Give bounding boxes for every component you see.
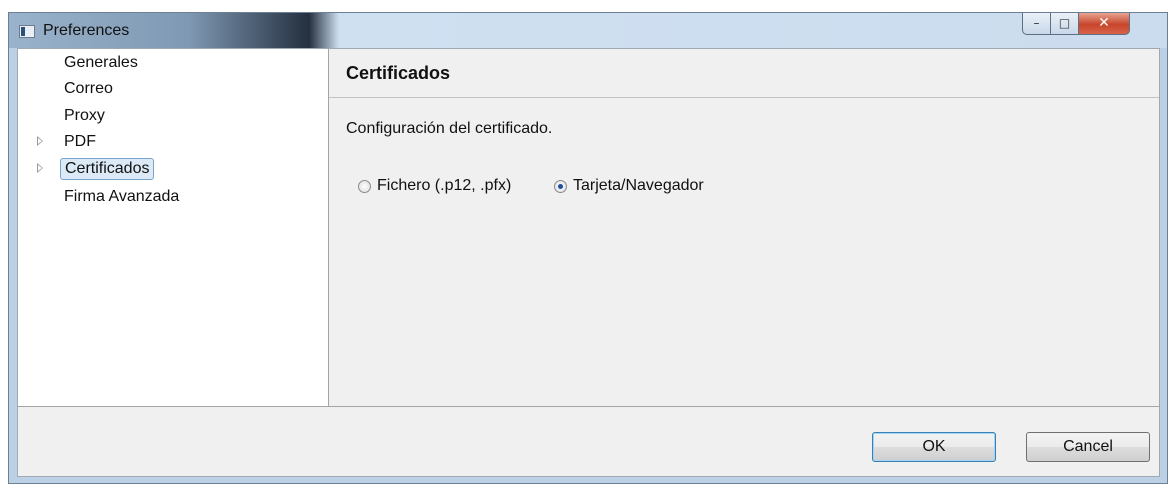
tree-item-firma-avanzada[interactable]: Firma Avanzada [18, 185, 318, 211]
panel-divider [329, 97, 1159, 98]
tree-item-label: Certificados [60, 158, 155, 180]
expand-arrow-icon[interactable] [37, 163, 43, 173]
radio-label[interactable]: Fichero (.p12, .pfx) [377, 177, 511, 195]
settings-panel: Certificados Configuración del certifica… [329, 49, 1159, 406]
tree-item-generales[interactable]: Generales [18, 51, 318, 77]
tree-item-label: Firma Avanzada [64, 188, 180, 205]
tree-item-correo[interactable]: Correo [18, 77, 318, 103]
radio-label[interactable]: Tarjeta/Navegador [573, 177, 704, 195]
panel-title: Certificados [346, 63, 451, 83]
radio-unchecked-icon[interactable] [358, 180, 371, 193]
cancel-button[interactable]: Cancel [1026, 432, 1150, 462]
radio-fichero[interactable]: Fichero (.p12, .pfx) [358, 177, 538, 197]
maximize-button[interactable]: □ [1050, 13, 1079, 35]
close-button[interactable]: ✕ [1078, 13, 1130, 35]
radio-tarjeta-navegador[interactable]: Tarjeta/Navegador [554, 177, 754, 197]
dialog-body: Generales Correo Proxy PDF Certificados … [17, 48, 1160, 477]
tree-item-label: Proxy [64, 107, 105, 124]
panel-description: Configuración del certificado. [346, 120, 553, 137]
tree-item-pdf[interactable]: PDF [18, 130, 318, 156]
footer-divider [18, 406, 1159, 407]
title-bar[interactable]: Preferences – □ ✕ [9, 13, 1167, 48]
tree-item-certificados[interactable]: Certificados [18, 157, 318, 183]
preferences-tree: Generales Correo Proxy PDF Certificados … [18, 49, 329, 406]
window-title: Preferences [43, 22, 130, 39]
app-window-icon [19, 25, 35, 38]
tree-item-label: Correo [64, 80, 113, 97]
ok-button[interactable]: OK [872, 432, 996, 462]
expand-arrow-icon[interactable] [37, 136, 43, 146]
preferences-window: Preferences – □ ✕ Generales Correo Proxy… [8, 12, 1168, 484]
tree-item-proxy[interactable]: Proxy [18, 104, 318, 130]
tree-item-label: Generales [64, 54, 138, 71]
radio-checked-icon[interactable] [554, 180, 567, 193]
minimize-button[interactable]: – [1022, 13, 1051, 35]
tree-item-label: PDF [64, 133, 96, 150]
